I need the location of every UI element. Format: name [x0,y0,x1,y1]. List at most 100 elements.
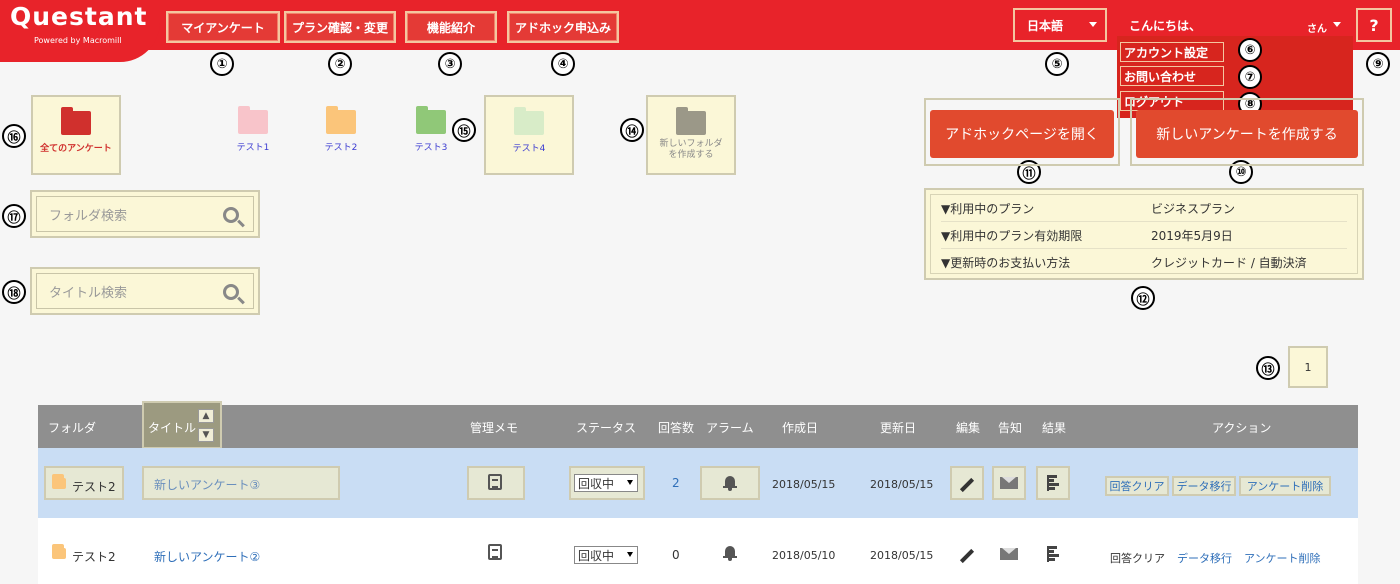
col-notice: 告知 [998,421,1023,435]
col-memo: 管理メモ [470,421,519,435]
created-date: 2018/05/15 [772,478,836,491]
nav-plan[interactable]: プラン確認・変更 [284,11,396,43]
delete-survey-button[interactable]: アンケート削除 [1239,476,1331,496]
answer-count[interactable]: 2 [672,476,680,490]
menu-contact[interactable]: お問い合わせ [1120,66,1224,86]
folder-icon [61,107,91,135]
folder-label: テスト4 [512,144,546,154]
annotation-badge: ⑬ [1256,356,1280,380]
row-title[interactable]: 新しいアンケート② [154,548,260,565]
annotation-badge: ⑨ [1366,52,1390,76]
folder-label: テスト2 [324,143,358,153]
answer-count: 0 [672,548,680,562]
menu-account-settings[interactable]: アカウント設定 [1120,42,1224,62]
updated-date: 2018/05/15 [870,478,934,491]
updated-date: 2018/05/15 [870,549,934,562]
language-select[interactable]: 日本語 [1013,8,1107,42]
status-select[interactable]: 回収中 [574,474,638,492]
folder-search: フォルダ検索 [30,190,260,238]
nav-my-survey[interactable]: マイアンケート [166,11,280,43]
row-folder[interactable]: テスト2 [72,548,116,565]
plan-value: クレジットカード / 自動決済 [1151,256,1307,270]
col-created: 作成日 [782,421,819,435]
table-row[interactable]: テスト2 新しいアンケート② 回収中 0 2018/05/10 2018/05/… [38,518,1358,584]
folder-search-placeholder: フォルダ検索 [49,208,128,224]
data-migrate-button[interactable]: データ移行 [1172,476,1236,496]
bell-icon[interactable] [723,476,737,491]
status-select[interactable]: 回収中 [574,546,638,564]
row-folder[interactable]: テスト2 [72,478,116,495]
folder-icon [238,106,268,134]
nav-adhoc[interactable]: アドホック申込み [507,11,619,43]
mail-icon[interactable] [1000,477,1018,489]
created-date: 2018/05/10 [772,549,836,562]
memo-icon[interactable] [488,474,502,490]
status-value: 回収中 [578,476,615,491]
table-header: フォルダ タイトル ▲ ▼ 管理メモ ステータス 回答数 アラーム 作成日 更新… [38,401,1358,449]
plan-value: 2019年5月9日 [1151,228,1233,243]
title-search: タイトル検索 [30,267,260,315]
col-status: ステータス [576,421,637,435]
logo[interactable]: Questant Powered by Macromill [0,0,160,62]
user-suffix[interactable]: さん [1307,20,1327,35]
folder-search-input[interactable]: フォルダ検索 [36,196,254,232]
plan-label: ▼利用中のプラン [941,201,1035,216]
create-survey-button[interactable]: 新しいアンケートを作成する [1136,110,1358,158]
annotation-badge: ⑯ [2,124,26,148]
greeting: こんにちは、 [1129,19,1202,33]
sort-desc-icon[interactable]: ▼ [198,428,214,442]
search-icon[interactable] [223,207,239,223]
chevron-down-icon [1089,22,1097,27]
chevron-down-icon [627,552,633,557]
bar-chart-icon[interactable] [1047,546,1061,562]
col-edit: 編集 [956,421,981,435]
bar-chart-icon[interactable] [1047,475,1061,491]
annotation-badge: ⑥ [1238,38,1262,62]
clear-answers-button[interactable]: 回答クリア [1105,476,1169,496]
folder-test3[interactable]: テスト3 [406,106,456,153]
status-value: 回収中 [578,548,615,563]
help-button[interactable]: ? [1356,8,1392,42]
user-menu-caret-icon[interactable] [1333,22,1341,27]
plan-label: ▼利用中のプラン有効期限 [941,228,1083,243]
logo-subtitle: Powered by Macromill [34,36,122,45]
plan-info-panel: ▼利用中のプラン ビジネスプラン ▼利用中のプラン有効期限 2019年5月9日 … [924,188,1364,280]
annotation-badge: ① [210,52,234,76]
memo-icon[interactable] [488,544,502,560]
folder-icon [52,544,66,559]
sort-asc-icon[interactable]: ▲ [198,409,214,423]
title-search-input[interactable]: タイトル検索 [36,273,254,309]
folder-test4[interactable]: テスト4 [484,95,574,175]
table-row[interactable]: テスト2 新しいアンケート③ 回収中 2 2018/05/15 2018/05/… [38,448,1358,518]
bell-icon[interactable] [723,546,737,561]
create-folder-button[interactable]: 新しいフォルダを作成する [646,95,736,175]
col-result: 結果 [1042,421,1067,435]
plan-row: ▼利用中のプラン ビジネスプラン [941,195,1347,222]
col-title: タイトル [148,421,197,435]
create-folder-label: 新しいフォルダを作成する [659,139,723,160]
clear-answers-link[interactable]: 回答クリア [1110,550,1165,566]
pencil-icon[interactable] [959,548,975,564]
annotation-badge: ⑫ [1131,286,1155,310]
nav-features[interactable]: 機能紹介 [405,11,497,43]
search-icon[interactable] [223,284,239,300]
col-updated: 更新日 [880,421,917,435]
folder-test1[interactable]: テスト1 [228,106,278,153]
delete-survey-link[interactable]: アンケート削除 [1244,550,1321,566]
open-adhoc-button[interactable]: アドホックページを開く [930,110,1114,158]
annotation-badge: ⑦ [1238,65,1262,89]
mail-icon[interactable] [1000,548,1018,560]
row-title[interactable]: 新しいアンケート③ [154,476,260,493]
pagination-page-1[interactable]: 1 [1288,346,1328,388]
annotation-badge: ③ [438,52,462,76]
plan-row: ▼利用中のプラン有効期限 2019年5月9日 [941,222,1347,249]
plan-value: ビジネスプラン [1151,201,1236,216]
data-migrate-link[interactable]: データ移行 [1177,550,1232,566]
logo-title: Questant [10,2,148,31]
col-folder: フォルダ [48,421,97,435]
folder-all-surveys[interactable]: 全てのアンケート [31,95,121,175]
folder-test2[interactable]: テスト2 [316,106,366,153]
annotation-badge: ⑰ [2,204,26,228]
annotation-badge: ⑭ [620,118,644,142]
language-label: 日本語 [1027,18,1064,33]
